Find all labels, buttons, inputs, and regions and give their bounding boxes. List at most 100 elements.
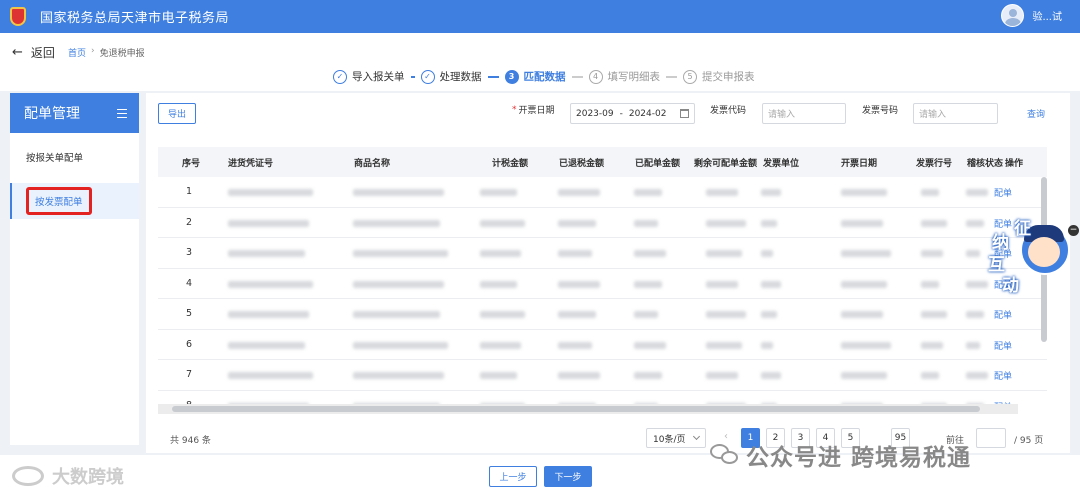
- goto-page-input[interactable]: [976, 428, 1006, 448]
- chevron-down-icon[interactable]: [692, 432, 701, 441]
- arrow-left-icon[interactable]: ←: [12, 45, 23, 60]
- date-start[interactable]: 2023-09: [576, 109, 614, 119]
- invoice-number-input[interactable]: 请输入: [913, 103, 998, 124]
- row-index: 2: [186, 216, 193, 228]
- col-refunded: 已退税金额: [559, 159, 605, 169]
- step-connector: [571, 75, 583, 78]
- step-process: ✓ 处理数据: [420, 69, 482, 84]
- redacted-cell: [966, 250, 980, 257]
- redacted-cell: [480, 311, 525, 318]
- menu-collapse-icon[interactable]: [117, 108, 127, 118]
- col-matched: 已配单金额: [635, 159, 681, 169]
- row-index: 5: [186, 308, 193, 319]
- redacted-cell: [921, 372, 939, 379]
- widget-char[interactable]: 互: [988, 255, 1005, 275]
- redacted-cell: [558, 372, 600, 379]
- redacted-cell: [921, 189, 939, 196]
- row-index: 3: [186, 247, 193, 258]
- redacted-cell: [634, 311, 658, 318]
- redacted-cell: [841, 311, 883, 318]
- redacted-cell: [706, 250, 742, 257]
- redacted-cell: [558, 280, 600, 288]
- calendar-icon[interactable]: [680, 109, 689, 118]
- sidebar-title: 配单管理: [24, 106, 80, 122]
- match-link[interactable]: 配单: [994, 186, 1012, 199]
- wechat-icon: [710, 444, 740, 466]
- query-button[interactable]: 查询: [1027, 107, 1045, 120]
- page-size-value[interactable]: 10条/页: [653, 432, 686, 445]
- page-size-select[interactable]: 10条/页: [646, 428, 706, 448]
- match-link[interactable]: 配单: [994, 308, 1012, 321]
- username[interactable]: 验...试: [1032, 8, 1062, 23]
- redacted-cell: [706, 280, 738, 288]
- number-label: 发票号码: [862, 106, 899, 116]
- redacted-cell: [966, 311, 984, 318]
- redacted-cell: [841, 341, 891, 349]
- date-range-picker[interactable]: 2023-09 - 2024-02: [570, 103, 695, 124]
- redacted-cell: [966, 189, 988, 196]
- invoice-code-input[interactable]: 请输入: [762, 103, 846, 124]
- date-end[interactable]: 2024-02: [629, 109, 667, 119]
- match-link[interactable]: 配单: [994, 369, 1012, 382]
- redacted-cell: [966, 280, 988, 288]
- sidebar-item-customs[interactable]: 按报关单配单: [10, 139, 139, 175]
- collapse-minus-icon[interactable]: −: [1068, 225, 1079, 236]
- watermark-logo-icon: [12, 466, 44, 486]
- breadcrumb: 首页 › 免退税申报: [68, 46, 145, 59]
- user-menu[interactable]: 验...试: [1001, 4, 1062, 27]
- prev-step-button[interactable]: 上一步: [489, 466, 537, 487]
- avatar[interactable]: [1001, 4, 1025, 27]
- col-audit-status: 稽核状态: [967, 159, 1004, 169]
- export-button[interactable]: 导出: [158, 103, 196, 124]
- watermark-left-text: 大数跨境: [52, 467, 124, 488]
- sidebar-item-label[interactable]: 按报关单配单: [26, 150, 83, 164]
- step-match: 3 匹配数据: [504, 69, 566, 84]
- redacted-cell: [841, 372, 887, 379]
- tax-emblem-icon: [8, 6, 28, 28]
- back-button[interactable]: ← 返回: [12, 44, 55, 61]
- check-circle-icon: ✓: [420, 69, 435, 84]
- redacted-cell: [353, 219, 440, 227]
- redacted-cell: [966, 372, 988, 379]
- horizontal-scrollbar[interactable]: [158, 404, 1018, 414]
- redacted-cell: [761, 280, 781, 288]
- table-body: 1配单2配单3配单4配单5配单6配单7配单8配单: [158, 177, 1047, 412]
- match-link[interactable]: 配单: [994, 339, 1012, 352]
- redacted-cell: [480, 280, 517, 288]
- invoice-table: 序号 进货凭证号 商品名称 计税金额 已退税金额 已配单金额 剩余可配单金额 发…: [158, 147, 1047, 412]
- redacted-cell: [841, 250, 891, 257]
- scroll-thumb[interactable]: [172, 406, 980, 412]
- redacted-cell: [761, 250, 773, 257]
- check-circle-icon: ✓: [333, 69, 347, 84]
- redacted-cell: [353, 250, 448, 257]
- breadcrumb-current: 免退税申报: [99, 49, 145, 59]
- redacted-cell: [706, 189, 738, 196]
- step-number: 5: [683, 69, 697, 84]
- sidebar-item-label[interactable]: 按发票配单: [26, 187, 92, 215]
- widget-char[interactable]: 征: [1014, 219, 1031, 239]
- redacted-cell: [228, 372, 313, 379]
- redacted-cell: [353, 189, 444, 196]
- widget-char[interactable]: 动: [1002, 276, 1019, 296]
- col-line-no: 发票行号: [916, 159, 953, 169]
- back-label[interactable]: 返回: [31, 44, 55, 61]
- step-submit: 5 提交申报表: [683, 69, 755, 84]
- breadcrumb-home[interactable]: 首页: [68, 46, 86, 59]
- redacted-cell: [634, 341, 666, 349]
- row-index: 7: [186, 369, 193, 380]
- widget-char[interactable]: 纳: [992, 233, 1009, 253]
- col-invoice-date: 开票日期: [841, 159, 878, 169]
- redacted-cell: [841, 280, 887, 288]
- watermark-right-text: 公众号进 跨境易税通: [746, 445, 972, 471]
- redacted-cell: [353, 280, 444, 288]
- interaction-widget[interactable]: 征 纳 互 动: [986, 219, 1072, 299]
- row-index: 6: [186, 338, 193, 350]
- next-step-button[interactable]: 下一步: [544, 466, 592, 487]
- sidebar-item-invoice[interactable]: 按发票配单: [10, 183, 139, 219]
- redacted-cell: [841, 219, 883, 227]
- sidebar-header: 配单管理: [10, 93, 139, 133]
- step-label: 处理数据: [439, 71, 482, 83]
- watermark-left: 大数跨境: [12, 463, 124, 489]
- table-row: 6 配单: [158, 330, 1047, 360]
- redacted-cell: [706, 311, 746, 318]
